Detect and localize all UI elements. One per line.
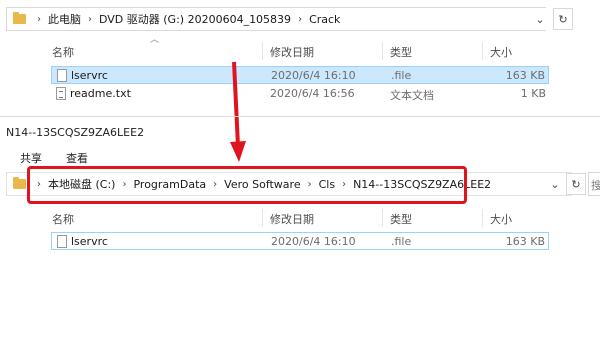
file-name: lservrc: [71, 69, 108, 82]
chevron-right-icon: ›: [298, 13, 303, 25]
file-icon: [57, 69, 67, 82]
file-size: 163 KB: [505, 69, 545, 82]
search-input[interactable]: 搜: [588, 172, 600, 196]
refresh-button[interactable]: ↻: [553, 8, 573, 30]
sort-up-icon: ︿: [150, 35, 160, 45]
file-type: .file: [391, 235, 412, 248]
arrow-annotation: [230, 61, 246, 162]
window-title: N14--13SCQSZ9ZA6LEE2: [6, 126, 145, 139]
file-icon: [57, 235, 67, 248]
column-header-type[interactable]: 类型: [390, 44, 412, 60]
refresh-icon: ↻: [558, 12, 568, 26]
column-header-size[interactable]: 大小: [490, 44, 512, 60]
chevron-down-icon: ⌄: [550, 177, 560, 191]
file-row-readme[interactable]: readme.txt 2020/6/4 16:56 文本文档 1 KB: [51, 85, 549, 103]
chevron-right-icon: ›: [37, 13, 41, 25]
file-date: 2020/6/4 16:10: [271, 235, 356, 248]
dropdown-button[interactable]: ⌄: [545, 173, 565, 195]
file-row-lservrc[interactable]: lservrc 2020/6/4 16:10 .file 163 KB: [51, 232, 549, 250]
column-divider: [382, 209, 383, 227]
text-file-icon: [56, 87, 66, 100]
highlight-box: [27, 166, 467, 204]
file-row-lservrc[interactable]: lservrc 2020/6/4 16:10 .file 163 KB: [51, 66, 549, 84]
column-divider: [262, 209, 263, 227]
chevron-down-icon: ⌄: [535, 12, 545, 26]
column-divider: [382, 42, 383, 60]
file-date: 2020/6/4 16:10: [271, 69, 356, 82]
breadcrumb-item[interactable]: Crack: [309, 13, 340, 26]
refresh-button[interactable]: ↻: [566, 173, 586, 195]
refresh-icon: ↻: [571, 177, 581, 191]
breadcrumb-item[interactable]: DVD 驱动器 (G:) 20200604_105839: [99, 11, 291, 27]
file-type: .file: [391, 69, 412, 82]
file-date: 2020/6/4 16:56: [270, 87, 355, 100]
column-divider: [482, 42, 483, 60]
folder-icon: [13, 177, 26, 189]
column-header-date[interactable]: 修改日期: [270, 44, 314, 60]
column-header-type[interactable]: 类型: [390, 211, 412, 227]
file-size: 1 KB: [520, 87, 546, 100]
chevron-right-icon: ›: [88, 13, 92, 25]
column-header-name[interactable]: 名称: [52, 44, 74, 60]
file-name: readme.txt: [70, 87, 131, 100]
file-size: 163 KB: [505, 235, 545, 248]
file-type: 文本文档: [390, 89, 434, 102]
column-header-name[interactable]: 名称: [52, 211, 74, 227]
ribbon-tab-share[interactable]: 共享: [20, 150, 42, 166]
search-placeholder: 搜: [591, 179, 600, 192]
column-divider: [482, 209, 483, 227]
folder-icon: [13, 12, 26, 24]
window-divider: [0, 116, 600, 117]
column-divider: [262, 42, 263, 60]
ribbon-tab-view[interactable]: 查看: [66, 150, 88, 166]
file-name: lservrc: [71, 235, 108, 248]
column-header-size[interactable]: 大小: [490, 211, 512, 227]
column-header-date[interactable]: 修改日期: [270, 211, 314, 227]
breadcrumb-item[interactable]: 此电脑: [48, 11, 81, 27]
dropdown-button[interactable]: ⌄: [530, 8, 550, 30]
top-address-bar[interactable]: › 此电脑 › DVD 驱动器 (G:) 20200604_105839 › C…: [6, 7, 546, 31]
